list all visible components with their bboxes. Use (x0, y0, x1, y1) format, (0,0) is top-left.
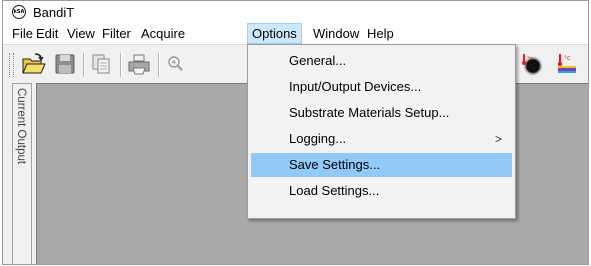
svg-text:°c: °c (564, 55, 570, 62)
window-title: BandiT (33, 5, 75, 20)
menu-bar: File Edit View Filter Acquire Options Wi… (3, 23, 588, 44)
toolbar-grip[interactable] (9, 53, 14, 77)
menu-item-save-settings[interactable]: Save Settings... (251, 153, 512, 177)
current-output-label: Current Output (15, 88, 27, 165)
toolbar-separator (120, 53, 122, 77)
ksa-logo-icon: kSA (12, 5, 26, 19)
menu-item-logging[interactable]: Logging... > (251, 127, 512, 151)
copy-icon[interactable] (88, 51, 114, 77)
menu-options[interactable]: Options (247, 23, 302, 44)
open-folder-icon[interactable] (20, 51, 46, 77)
submenu-arrow-icon: > (494, 132, 502, 146)
temperature-lamp-icon[interactable]: °c (555, 51, 581, 77)
menu-acquire[interactable]: Acquire (137, 23, 189, 44)
menu-view[interactable]: View (63, 23, 99, 44)
zoom-icon[interactable] (163, 51, 189, 77)
svg-text:°c: °c (527, 56, 533, 62)
menu-window[interactable]: Window (309, 23, 363, 44)
menu-item-load-settings[interactable]: Load Settings... (251, 179, 512, 203)
menu-item-io-devices[interactable]: Input/Output Devices... (251, 75, 512, 99)
menu-edit[interactable]: Edit (32, 23, 62, 44)
print-icon[interactable] (126, 51, 152, 77)
toolbar-separator (83, 53, 85, 77)
temperature-dial-icon[interactable]: °c (519, 51, 545, 77)
current-output-tab[interactable]: Current Output (12, 83, 32, 264)
title-bar: kSA BandiT (3, 1, 588, 23)
toolbar-separator (158, 53, 160, 77)
menu-item-general[interactable]: General... (251, 49, 512, 73)
menu-item-substrate-setup[interactable]: Substrate Materials Setup... (251, 101, 512, 125)
app-window: kSA BandiT File Edit View Filter Acquire… (2, 0, 589, 265)
options-dropdown-menu: General... Input/Output Devices... Subst… (247, 44, 516, 219)
logging-label: Logging... (289, 131, 347, 146)
menu-filter[interactable]: Filter (98, 23, 135, 44)
menu-help[interactable]: Help (363, 23, 398, 44)
save-disk-icon[interactable] (52, 51, 78, 77)
